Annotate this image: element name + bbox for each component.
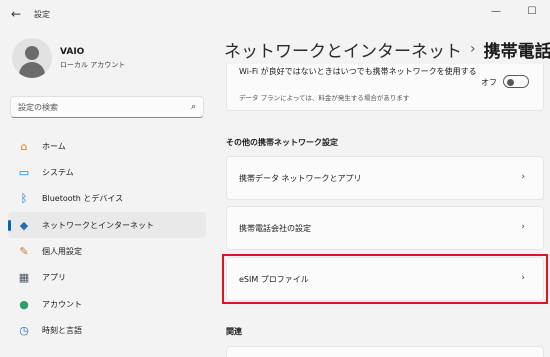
account-icon: ● xyxy=(19,297,29,311)
row-cellular-data-apps[interactable]: 携帯データ ネットワークとアプリ › xyxy=(226,156,544,200)
row-label: eSIM プロファイル xyxy=(239,274,309,284)
chevron-right-icon: › xyxy=(521,222,525,232)
chevron-right-icon: › xyxy=(521,172,525,182)
row-esim-profiles[interactable]: eSIM プロファイル › xyxy=(226,257,544,301)
minimize-icon: — xyxy=(491,5,501,17)
chevron-right-icon: › xyxy=(521,273,525,283)
sidebar-item-network[interactable]: ◆ ネットワークとインターネット xyxy=(8,212,206,239)
app-title: 設定 xyxy=(34,9,50,19)
maximize-button[interactable]: ☐ xyxy=(514,0,550,22)
back-button[interactable]: ← xyxy=(2,0,30,28)
breadcrumb-parent[interactable]: ネットワークとインターネット xyxy=(224,37,462,62)
bluetooth-icon: ᛒ xyxy=(20,192,28,206)
section-heading-other: その他の携帯ネットワーク設定 xyxy=(226,138,338,147)
time-language-icon: ◷ xyxy=(19,324,29,338)
sidebar-item-label: アカウント xyxy=(42,299,82,309)
breadcrumb-separator-icon: › xyxy=(470,41,476,57)
related-card[interactable] xyxy=(226,346,544,357)
window-controls: — ☐ xyxy=(478,0,550,22)
row-label: 携帯電話会社の設定 xyxy=(239,223,311,233)
user-profile[interactable]: VAIO ローカル アカウント xyxy=(12,38,125,78)
toggle-state-label: オフ xyxy=(481,78,497,87)
minimize-button[interactable]: — xyxy=(478,0,514,22)
sidebar-item-brush[interactable]: ✎ 個人用設定 xyxy=(8,239,206,265)
sidebar-item-bluetooth[interactable]: ᛒ Bluetooth とデバイス xyxy=(8,186,206,212)
breadcrumb-current: 携帯電話 xyxy=(483,41,550,62)
page-title: ネットワークとインターネット › 携帯電話 xyxy=(224,36,550,62)
avatar-body xyxy=(19,62,45,78)
search-icon[interactable]: ⌕ xyxy=(191,102,196,112)
section-heading-related: 関連 xyxy=(226,327,242,336)
network-icon: ◆ xyxy=(19,218,29,232)
sidebar-item-account[interactable]: ● アカウント xyxy=(8,291,206,317)
title-bar: ← 設定 — ☐ xyxy=(0,0,550,28)
profile-text: VAIO ローカル アカウント xyxy=(60,47,125,70)
search-input[interactable] xyxy=(18,102,191,112)
sidebar-item-time-language[interactable]: ◷ 時刻と言語 xyxy=(8,318,206,344)
brush-icon: ✎ xyxy=(19,245,29,259)
sidebar-item-system[interactable]: ▭ システム xyxy=(8,159,206,185)
maximize-icon: ☐ xyxy=(527,5,537,17)
system-icon: ▭ xyxy=(18,165,30,179)
avatar-head xyxy=(25,46,39,60)
profile-account-type: ローカル アカウント xyxy=(60,60,126,69)
sidebar-item-label: Bluetooth とデバイス xyxy=(42,194,124,204)
sidebar-item-home[interactable]: ⌂ ホーム xyxy=(8,133,206,159)
row-label: 携帯データ ネットワークとアプリ xyxy=(239,173,362,183)
apps-icon: ▦ xyxy=(18,271,30,285)
back-arrow-icon: ← xyxy=(10,7,22,21)
search-box[interactable]: ⌕ xyxy=(10,96,204,118)
profile-name: VAIO xyxy=(60,46,85,57)
wifi-fallback-label: Wi-Fi が良好ではないときはいつでも携帯ネットワークを使用する xyxy=(239,67,477,76)
avatar xyxy=(12,38,52,78)
home-icon: ⌂ xyxy=(20,139,28,153)
sidebar-item-label: システム xyxy=(42,167,74,177)
sidebar-item-label: ネットワークとインターネット xyxy=(42,220,154,230)
sidebar-item-apps[interactable]: ▦ アプリ xyxy=(8,265,206,291)
wifi-fallback-toggle[interactable] xyxy=(503,75,529,88)
wifi-fallback-card: Wi-Fi が良好ではないときはいつでも携帯ネットワークを使用する データ プラ… xyxy=(226,64,544,111)
sidebar-item-label: ホーム xyxy=(42,141,66,151)
sidebar-item-label: 時刻と言語 xyxy=(42,326,82,336)
sidebar-item-label: アプリ xyxy=(42,273,66,283)
row-carrier-settings[interactable]: 携帯電話会社の設定 › xyxy=(226,206,544,250)
sidebar-nav: ⌂ ホーム ▭ システム ᛒ Bluetooth とデバイス ◆ ネットワークとインターネット… xyxy=(8,133,206,344)
sidebar-item-label: 個人用設定 xyxy=(42,247,82,257)
wifi-fallback-description: データ プランによっては、料金が発生する場合があります xyxy=(239,94,410,102)
